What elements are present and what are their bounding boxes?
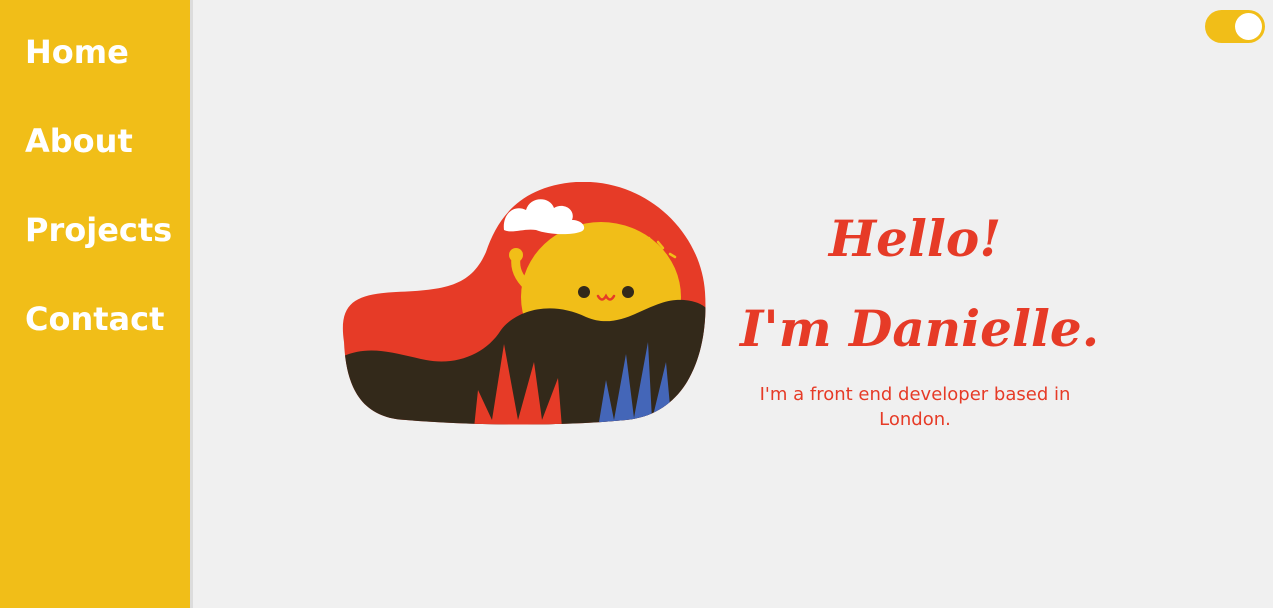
toggle-knob <box>1235 13 1262 40</box>
hero-illustration <box>342 182 706 425</box>
sidebar-item-projects[interactable]: Projects <box>25 210 172 250</box>
greeting-hello: Hello! <box>828 209 1002 268</box>
sidebar-nav: Home About Projects Contact <box>0 0 190 608</box>
sidebar-item-about[interactable]: About <box>25 121 133 161</box>
sidebar-item-contact[interactable]: Contact <box>25 299 164 339</box>
theme-toggle[interactable] <box>1205 10 1265 43</box>
greeting-name: I'm Danielle. <box>740 299 1100 358</box>
sidebar-item-home[interactable]: Home <box>25 32 129 72</box>
tagline: I'm a front end developer based in Londo… <box>759 384 1071 430</box>
